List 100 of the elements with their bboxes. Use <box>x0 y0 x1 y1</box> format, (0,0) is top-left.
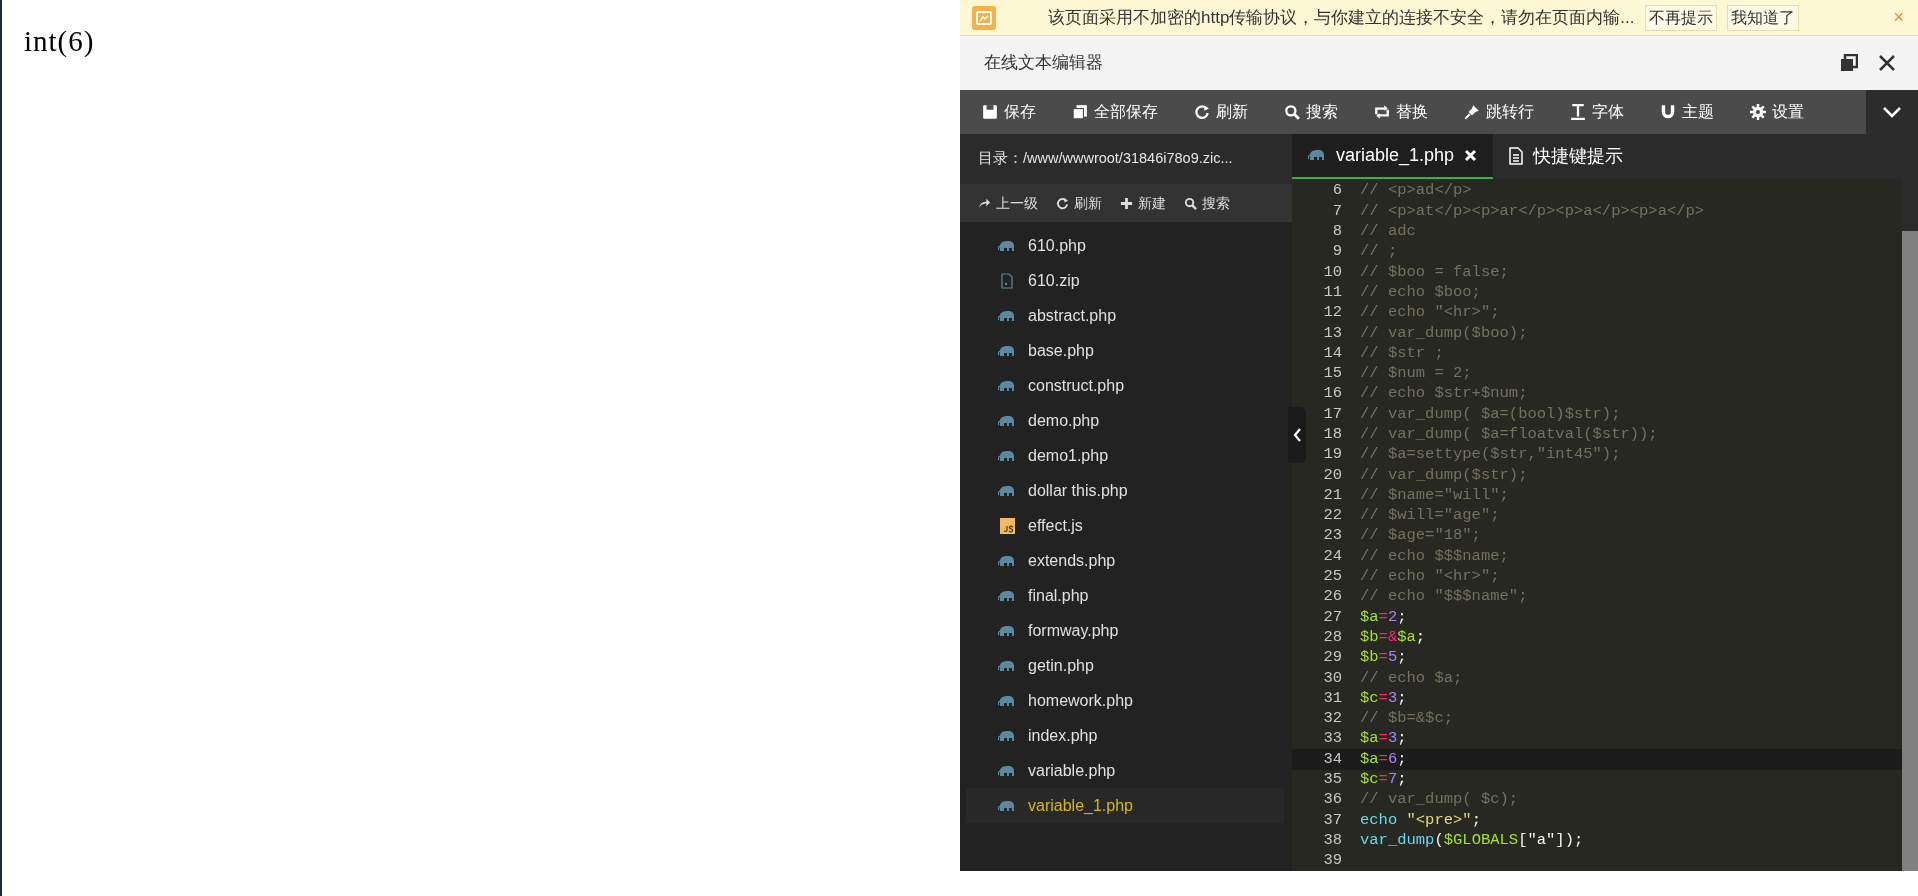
line-number: 25 <box>1322 566 1342 588</box>
code-line: // $boo = false; <box>1360 261 1509 283</box>
elephant-icon <box>998 483 1016 498</box>
code-line: $b=5; <box>1360 647 1407 669</box>
toolbar-button[interactable]: 全部保存 <box>1062 95 1168 129</box>
file-icon <box>998 272 1016 289</box>
file-item[interactable]: abstract.php <box>966 298 1284 333</box>
file-item[interactable]: construct.php <box>966 368 1284 403</box>
elephant-icon <box>998 343 1016 358</box>
line-number: 32 <box>1322 708 1342 730</box>
file-toolbar-button[interactable]: 搜索 <box>1184 192 1230 214</box>
toolbar-button[interactable]: 保存 <box>972 95 1046 129</box>
collapse-handle[interactable] <box>1288 406 1306 463</box>
elephant-icon <box>998 413 1016 428</box>
elephant-icon <box>998 728 1016 743</box>
window-title: 在线文本编辑器 <box>984 52 1103 75</box>
line-number: 34 <box>1322 748 1342 770</box>
file-item[interactable]: demo1.php <box>966 438 1284 473</box>
share-arrow-icon <box>978 196 991 210</box>
line-number: 7 <box>1331 200 1342 222</box>
elephant-icon <box>998 308 1016 323</box>
file-item[interactable]: final.php <box>966 578 1284 613</box>
magnet-icon <box>1660 104 1676 120</box>
line-number: 38 <box>1322 829 1342 851</box>
code-line: // $age="18"; <box>1360 525 1481 547</box>
code-line: // var_dump( $a=(bool)$str); <box>1360 403 1621 425</box>
toolbar-button[interactable]: 替换 <box>1364 95 1438 129</box>
file-item[interactable]: homework.php <box>966 683 1284 718</box>
expand-button[interactable] <box>1866 90 1918 134</box>
file-item[interactable]: 610.zip <box>966 263 1284 298</box>
toolbar-button[interactable]: 设置 <box>1740 95 1814 129</box>
code-line: $a=2; <box>1360 606 1407 628</box>
code-line: // var_dump($str); <box>1360 464 1528 486</box>
line-number: 11 <box>1322 281 1342 303</box>
document-icon <box>1509 147 1524 166</box>
line-number: 15 <box>1322 363 1342 385</box>
file-item[interactable]: 610.php <box>966 228 1284 263</box>
code-line: // $str ; <box>1360 342 1444 364</box>
file-item[interactable]: dollar this.php <box>966 473 1284 508</box>
directory-path: 目录：/www/wwwroot/31846i78o9.zic... <box>978 149 1233 169</box>
line-number: 10 <box>1322 261 1342 283</box>
code-line: echo "<pre>"; <box>1360 809 1481 831</box>
line-number: 39 <box>1322 850 1342 872</box>
line-number: 36 <box>1322 789 1342 811</box>
notice-button[interactable]: 不再提示 <box>1644 4 1717 31</box>
code-line: // $name="will"; <box>1360 484 1509 506</box>
editor-tab[interactable]: variable_1.php <box>1292 134 1494 179</box>
code-line: // var_dump( $c); <box>1360 789 1519 811</box>
toolbar-button[interactable]: 跳转行 <box>1454 95 1544 129</box>
toolbar-button[interactable]: 刷新 <box>1184 95 1258 129</box>
file-item[interactable]: formway.php <box>966 613 1284 648</box>
line-number: 26 <box>1322 586 1342 608</box>
line-number: 27 <box>1322 606 1342 628</box>
code-line: // echo "<hr>"; <box>1360 566 1500 588</box>
file-toolbar-button[interactable]: 上一级 <box>978 192 1038 214</box>
file-item[interactable]: base.php <box>966 333 1284 368</box>
elephant-icon <box>998 693 1016 708</box>
line-number: 16 <box>1322 383 1342 405</box>
file-item[interactable]: demo.php <box>966 403 1284 438</box>
code-line: // echo $$$name; <box>1360 545 1509 567</box>
line-number: 20 <box>1322 464 1342 486</box>
code-line: // $b=&$c; <box>1360 708 1453 730</box>
code-line: // ; <box>1360 241 1398 263</box>
code-line: // adc <box>1360 221 1416 243</box>
code-line: // echo $str+$num; <box>1360 383 1528 405</box>
line-number: 6 <box>1331 180 1342 202</box>
line-number: 18 <box>1322 424 1342 445</box>
code-line: // echo $a; <box>1360 667 1463 689</box>
chevron-left-icon <box>1292 427 1302 442</box>
toolbar-button[interactable]: 搜索 <box>1274 95 1348 129</box>
gear-icon <box>1750 104 1766 120</box>
code-line: // <p>ad</p> <box>1360 180 1472 202</box>
elephant-icon <box>998 238 1016 253</box>
file-item[interactable]: extends.php <box>966 543 1284 578</box>
line-number: 21 <box>1322 484 1342 506</box>
line-number: 17 <box>1322 403 1342 425</box>
close-icon[interactable] <box>1878 54 1896 72</box>
scrollbar[interactable] <box>1902 178 1918 871</box>
code-line: $c=7; <box>1360 769 1407 791</box>
plus-icon <box>1120 196 1133 210</box>
notice-button[interactable]: 我知道了 <box>1726 4 1799 31</box>
refresh-icon <box>1194 104 1210 120</box>
line-number: 9 <box>1331 241 1342 263</box>
file-item[interactable]: index.php <box>966 718 1284 753</box>
toolbar-button[interactable]: 字体 <box>1560 95 1634 129</box>
elephant-icon <box>998 553 1016 568</box>
file-item[interactable]: getin.php <box>966 648 1284 683</box>
file-toolbar-button[interactable]: 新建 <box>1120 192 1166 214</box>
file-toolbar-button[interactable]: 刷新 <box>1056 192 1102 214</box>
file-item[interactable]: variable.php <box>966 753 1284 788</box>
search-icon <box>1184 196 1197 210</box>
code-line: // echo $boo; <box>1360 281 1481 303</box>
file-item[interactable]: effect.js <box>966 508 1284 543</box>
file-item[interactable]: variable_1.php <box>966 788 1284 823</box>
restore-icon[interactable] <box>1840 54 1858 72</box>
line-number: 28 <box>1322 626 1342 648</box>
code-line: // var_dump( $a=floatval($str)); <box>1360 424 1658 445</box>
refresh-icon <box>1056 196 1069 210</box>
close-icon <box>1464 148 1478 162</box>
toolbar-button[interactable]: 主题 <box>1650 95 1724 129</box>
